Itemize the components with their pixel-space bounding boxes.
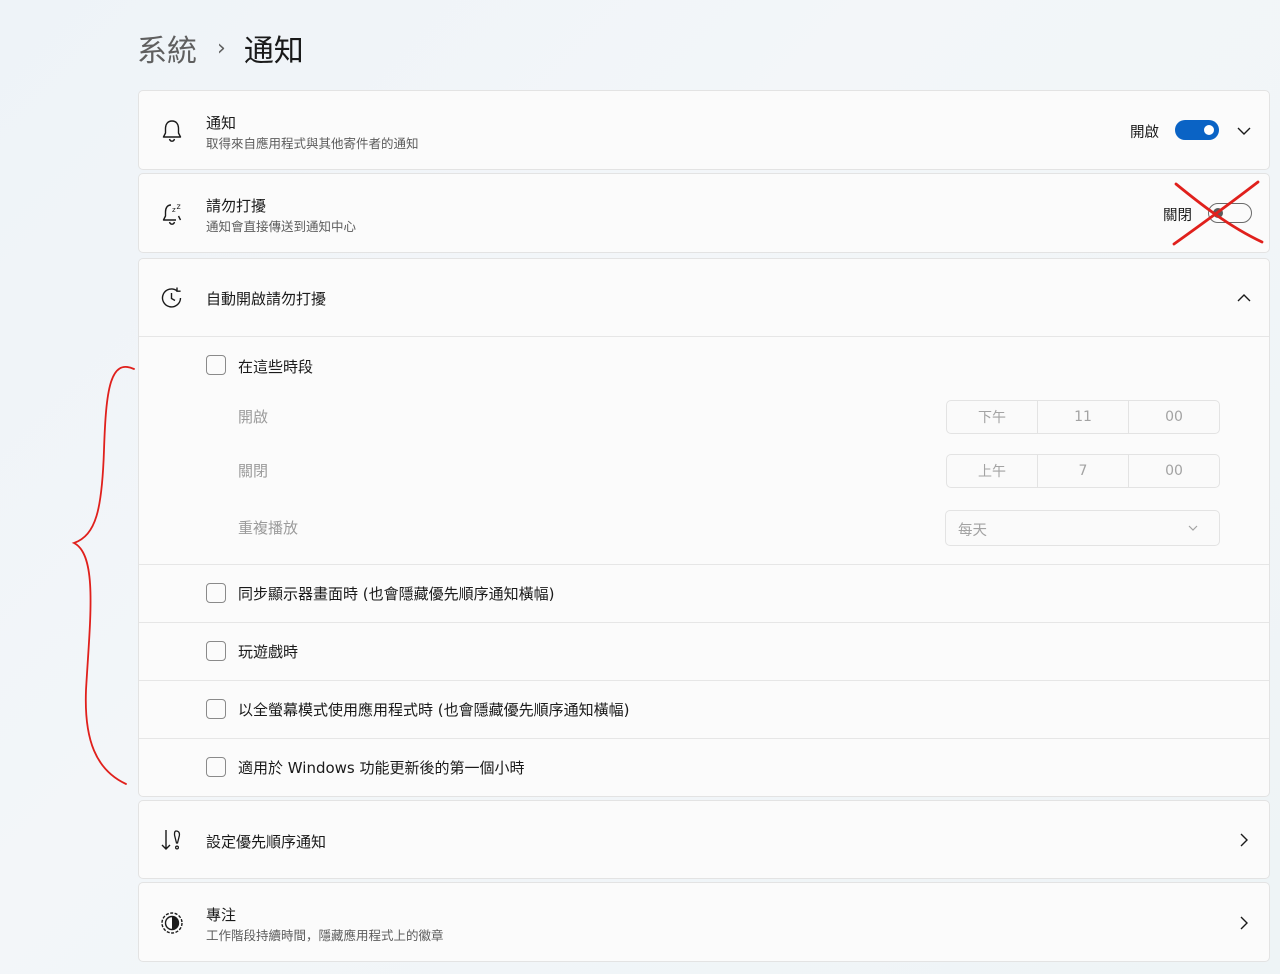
- auto-dnd-header[interactable]: 自動開啟請勿打擾: [139, 259, 1269, 337]
- option-checkbox-fullscreen[interactable]: [206, 699, 226, 719]
- on-time-minute: 00: [1128, 401, 1219, 433]
- option-label-feature-update: 適用於 Windows 功能更新後的第一個小時: [238, 759, 525, 777]
- dnd-state-label: 關閉: [1163, 208, 1192, 224]
- chevron-up-icon[interactable]: [1236, 290, 1252, 306]
- chevron-down-icon[interactable]: [1236, 123, 1252, 139]
- dnd-subtitle: 通知會直接傳送到通知中心: [206, 219, 357, 234]
- notifications-toggle[interactable]: [1175, 120, 1219, 140]
- clock-icon: [161, 287, 182, 308]
- chevron-right-icon[interactable]: [1236, 915, 1252, 931]
- priority-card[interactable]: 設定優先順序通知: [138, 800, 1270, 879]
- option-checkbox-duplicate-display[interactable]: [206, 583, 226, 603]
- on-time-picker: 下午 11 00: [946, 400, 1220, 434]
- off-time-label: 關閉: [238, 462, 269, 480]
- on-time-label: 開啟: [238, 408, 269, 426]
- notifications-subtitle: 取得來自應用程式與其他寄件者的通知: [206, 136, 419, 151]
- notifications-title: 通知: [206, 114, 237, 132]
- priority-icon: [161, 830, 181, 850]
- during-times-label: 在這些時段: [238, 358, 314, 376]
- divider: [139, 622, 1269, 623]
- focus-title: 專注: [206, 906, 237, 924]
- divider: [139, 564, 1269, 565]
- priority-title: 設定優先順序通知: [206, 833, 327, 851]
- svg-text:z: z: [172, 206, 176, 214]
- off-time-minute: 00: [1128, 455, 1219, 487]
- divider: [139, 680, 1269, 681]
- option-label-gaming: 玩遊戲時: [238, 643, 299, 661]
- divider: [139, 738, 1269, 739]
- option-checkbox-gaming[interactable]: [206, 641, 226, 661]
- breadcrumb-separator: ›: [217, 35, 226, 61]
- chevron-down-icon: [1188, 525, 1198, 531]
- page-title: 通知: [243, 34, 304, 69]
- auto-dnd-title: 自動開啟請勿打擾: [206, 290, 327, 308]
- on-time-period: 下午: [978, 410, 1006, 426]
- auto-dnd-card: 自動開啟請勿打擾 在這些時段 開啟 下午 11 00 關閉 上午 7 00 重複…: [138, 258, 1270, 797]
- bell-icon: [162, 120, 182, 142]
- focus-icon: [161, 912, 183, 934]
- off-time-period: 上午: [978, 464, 1006, 480]
- repeat-value: 每天: [958, 523, 987, 539]
- option-label-duplicate-display: 同步顯示器畫面時 (也會隱藏優先順序通知橫幅): [238, 585, 555, 603]
- notifications-state-label: 開啟: [1130, 125, 1159, 141]
- on-time-hour: 11: [1037, 401, 1128, 433]
- focus-card[interactable]: 專注 工作階段持續時間，隱藏應用程式上的徽章: [138, 882, 1270, 962]
- dnd-toggle[interactable]: [1208, 203, 1252, 223]
- off-time-picker: 上午 7 00: [946, 454, 1220, 488]
- annotation-curly-brace: [71, 366, 135, 785]
- repeat-label: 重複播放: [238, 519, 299, 537]
- dnd-title: 請勿打擾: [206, 197, 267, 215]
- option-label-fullscreen: 以全螢幕模式使用應用程式時 (也會隱藏優先順序通知橫幅): [238, 701, 630, 719]
- divider: [139, 336, 1269, 337]
- breadcrumb: 系統 › 通知: [137, 26, 304, 70]
- dnd-card: z z 請勿打擾 通知會直接傳送到通知中心 關閉: [138, 173, 1270, 253]
- chevron-right-icon[interactable]: [1236, 832, 1252, 848]
- repeat-select: 每天: [945, 510, 1220, 546]
- breadcrumb-parent-system[interactable]: 系統: [137, 26, 197, 70]
- option-checkbox-feature-update[interactable]: [206, 757, 226, 777]
- notifications-card[interactable]: 通知 取得來自應用程式與其他寄件者的通知 開啟: [138, 90, 1270, 170]
- svg-text:z: z: [177, 202, 181, 211]
- focus-subtitle: 工作階段持續時間，隱藏應用程式上的徽章: [206, 928, 444, 943]
- bell-snooze-icon: z z: [162, 202, 182, 225]
- off-time-hour: 7: [1037, 455, 1128, 487]
- during-times-checkbox[interactable]: [206, 355, 226, 375]
